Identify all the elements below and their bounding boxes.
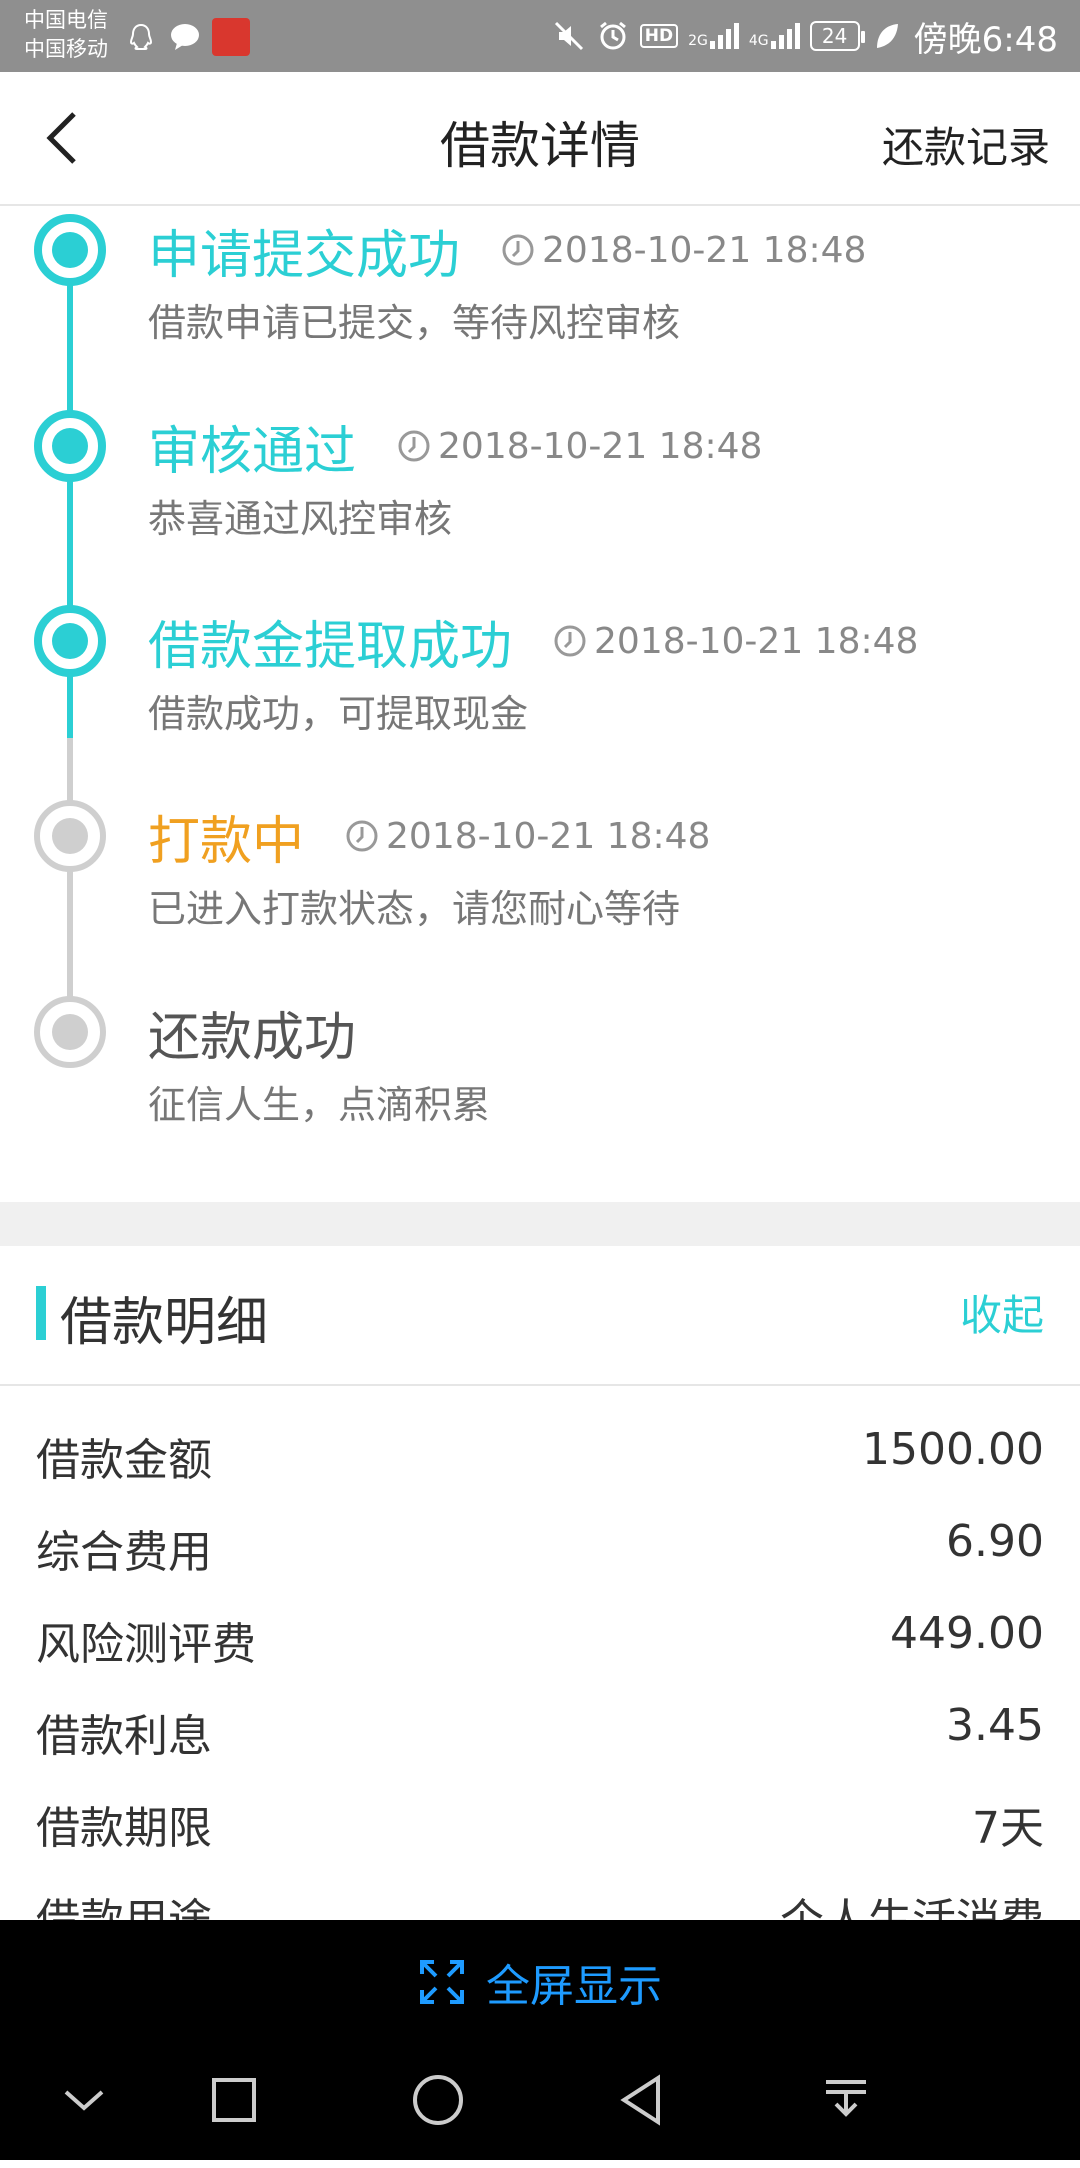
- detail-value: 3.45: [946, 1700, 1044, 1751]
- timeline-step: 申请提交成功 2018-10-21 18:48 借款申请已提交，等待风控审核: [148, 214, 866, 347]
- detail-row: 综合费用 6.90: [0, 1498, 1080, 1590]
- recents-button[interactable]: [204, 2070, 264, 2130]
- step-title: 借款金提取成功: [148, 616, 513, 677]
- app-header: 借款详情 还款记录: [0, 72, 1080, 206]
- signal-bars-icon: [770, 23, 800, 49]
- carrier-2: 中国移动: [24, 37, 108, 61]
- carrier-names: 中国电信 中国移动: [24, 6, 108, 64]
- battery-icon: 24: [809, 21, 865, 51]
- timeline-step: 借款金提取成功 2018-10-21 18:48 借款成功，可提取现金: [148, 605, 918, 738]
- hide-nav-button[interactable]: [54, 2070, 114, 2130]
- clock-icon: [346, 820, 378, 852]
- detail-value: 7天: [972, 1803, 1044, 1854]
- step-time: 2018-10-21 18:48: [344, 816, 710, 857]
- timeline-node-1: [34, 214, 106, 286]
- step-description: 借款申请已提交，等待风控审核: [148, 301, 681, 345]
- square-icon: [212, 2078, 256, 2122]
- detail-row: 借款期限 7天: [0, 1774, 1080, 1866]
- detail-label: 借款金额: [36, 1435, 212, 1486]
- triangle-back-icon: [620, 2074, 660, 2126]
- message-icon: [168, 20, 202, 54]
- signal-2: 4G: [749, 23, 800, 49]
- detail-value: 1500.00: [862, 1424, 1044, 1475]
- step-description: 征信人生，点滴积累: [148, 1083, 491, 1127]
- notification-pull-button[interactable]: [816, 2070, 876, 2130]
- fullscreen-label: 全屏显示: [486, 1961, 662, 2012]
- home-button[interactable]: [408, 2070, 468, 2130]
- loan-details-header: 借款明细 收起: [0, 1246, 1080, 1386]
- back-nav-button[interactable]: [612, 2070, 672, 2130]
- network-type-1: 2G: [688, 33, 708, 49]
- timeline-step: 还款成功 征信人生，点滴积累: [148, 996, 490, 1129]
- battery-level: 24: [821, 24, 848, 48]
- collapse-button[interactable]: 收起: [960, 1282, 1044, 1343]
- timeline-line-complete: [67, 250, 73, 798]
- system-navigation-bar: [0, 2040, 1080, 2160]
- detail-row: 借款金额 1500.00: [0, 1406, 1080, 1498]
- watermark-logo: [956, 2092, 1073, 2167]
- section-divider: [0, 1202, 1080, 1246]
- signal-1: 2G: [688, 23, 739, 49]
- step-description: 恭喜通过风控审核: [148, 497, 453, 541]
- chevron-down-icon: [64, 2090, 104, 2111]
- clock-time: 傍晚6:48: [913, 19, 1058, 60]
- app-notification-icon: [212, 18, 250, 56]
- detail-row: 借款利息 3.45: [0, 1682, 1080, 1774]
- step-title: 审核通过: [148, 421, 357, 482]
- step-time-text: 2018-10-21 18:48: [594, 620, 919, 662]
- timeline-node-4: [34, 800, 106, 872]
- clock-icon: [502, 234, 534, 266]
- clock-icon: [554, 625, 586, 657]
- clock-icon: [398, 430, 430, 462]
- timeline-node-3: [34, 605, 106, 677]
- signal-bars-icon: [709, 23, 739, 49]
- detail-label: 借款用途: [36, 1884, 212, 1920]
- detail-label: 借款利息: [36, 1711, 212, 1762]
- detail-value: 个人生活消费: [780, 1884, 1044, 1920]
- timeline-node-5: [34, 996, 106, 1068]
- detail-label: 借款期限: [36, 1803, 212, 1854]
- section-accent-bar: [36, 1286, 46, 1340]
- step-description: 借款成功，可提取现金: [148, 692, 529, 736]
- detail-value: 449.00: [890, 1608, 1044, 1659]
- step-time-text: 2018-10-21 18:48: [438, 425, 763, 467]
- fullscreen-bar: 全屏显示: [0, 1920, 1080, 2040]
- hd-icon: HD: [639, 24, 679, 48]
- step-time-text: 2018-10-21 18:48: [386, 815, 711, 857]
- timeline-node-2: [34, 410, 106, 482]
- loan-progress-timeline: 申请提交成功 2018-10-21 18:48 借款申请已提交，等待风控审核 审…: [0, 206, 1080, 1202]
- mute-icon: [552, 19, 586, 53]
- detail-row: 借款用途 个人生活消费: [0, 1866, 1080, 1920]
- step-title: 打款中: [148, 811, 305, 872]
- detail-label: 综合费用: [36, 1527, 212, 1578]
- pull-down-icon: [826, 2080, 866, 2117]
- detail-row: 风险测评费 449.00: [0, 1590, 1080, 1682]
- timeline-step: 打款中 2018-10-21 18:48 已进入打款状态，请您耐心等待: [148, 800, 710, 933]
- section-title: 借款明细: [60, 1293, 269, 1353]
- repayment-records-link[interactable]: 还款记录: [882, 114, 1050, 175]
- carrier-1: 中国电信: [24, 8, 108, 32]
- timeline-step: 审核通过 2018-10-21 18:48 恭喜通过风控审核: [148, 410, 762, 543]
- status-bar: 中国电信 中国移动 HD 2G 4G 24 傍晚6:48: [0, 0, 1080, 72]
- qq-icon: [124, 20, 158, 54]
- step-time: 2018-10-21 18:48: [552, 621, 918, 662]
- step-title: 还款成功: [148, 1007, 357, 1068]
- notification-icons: [124, 18, 250, 56]
- network-type-2: 4G: [748, 33, 769, 49]
- status-right: HD 2G 4G 24 傍晚6:48: [552, 12, 1058, 60]
- step-time-text: 2018-10-21 18:48: [542, 229, 867, 271]
- step-description: 已进入打款状态，请您耐心等待: [148, 887, 681, 931]
- fullscreen-button[interactable]: 全屏显示: [0, 1950, 1080, 2014]
- expand-icon: [420, 1960, 464, 2004]
- leaf-icon: [870, 19, 904, 53]
- circle-icon: [413, 2075, 463, 2125]
- detail-label: 风险测评费: [36, 1619, 256, 1670]
- timeline-line-pending: [67, 738, 73, 1038]
- step-time: 2018-10-21 18:48: [396, 426, 762, 467]
- step-time: 2018-10-21 18:48: [500, 230, 866, 271]
- detail-value: 6.90: [946, 1516, 1044, 1567]
- alarm-icon: [596, 19, 630, 53]
- step-title: 申请提交成功: [148, 225, 461, 286]
- loan-details-list: 借款金额 1500.00 综合费用 6.90 风险测评费 449.00 借款利息…: [0, 1406, 1080, 1920]
